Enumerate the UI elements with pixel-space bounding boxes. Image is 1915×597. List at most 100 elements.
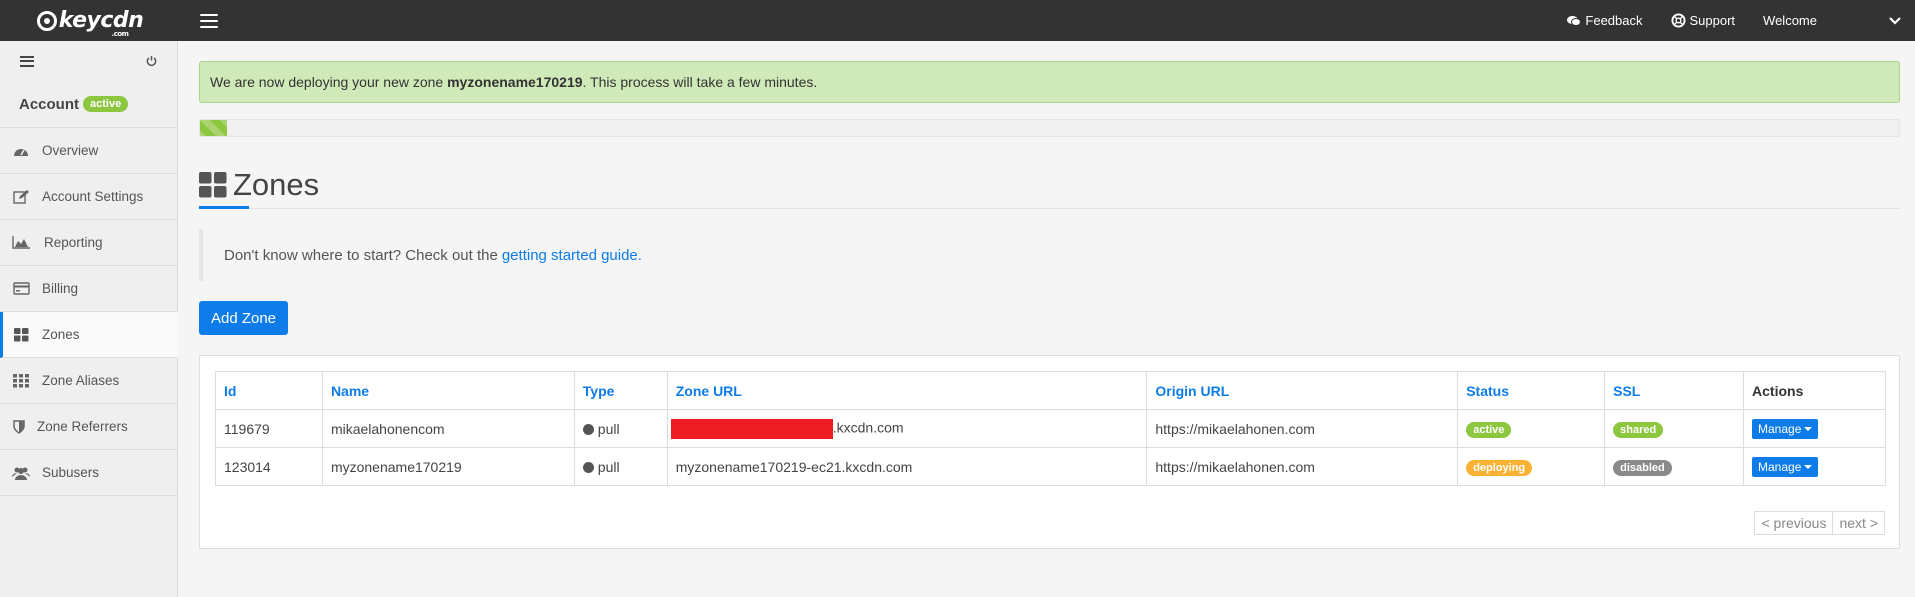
- menu-toggle-icon[interactable]: [200, 13, 218, 28]
- column-header-type[interactable]: Type: [573, 371, 668, 410]
- power-icon[interactable]: [146, 55, 157, 67]
- sidebar-item-billing[interactable]: Billing: [0, 266, 177, 312]
- area-chart-icon: [12, 236, 30, 250]
- zone-actions: Manage: [1743, 409, 1886, 448]
- account-status-badge: active: [83, 96, 129, 112]
- page-header: Zones: [199, 161, 1900, 209]
- comments-icon: [1567, 15, 1582, 26]
- sidebar-item-subusers[interactable]: Subusers: [0, 450, 177, 496]
- origin-url: https://mikaelahonen.com: [1146, 447, 1459, 486]
- grid-icon: [12, 327, 30, 342]
- sidebar-item-label: Account Settings: [42, 189, 144, 204]
- table-header-row: Id Name Type Zone URL Origin URL Status …: [215, 371, 1886, 410]
- support-link[interactable]: Support: [1670, 13, 1736, 28]
- logo-mark-icon: [36, 10, 57, 31]
- keycdn-logo[interactable]: keycdn .com: [0, 0, 180, 41]
- deploy-progress-bar: [199, 119, 1900, 137]
- pagination: < previous next >: [1754, 511, 1885, 535]
- zones-panel: Id Name Type Zone URL Origin URL Status …: [199, 355, 1900, 549]
- account-status: Account active: [0, 81, 177, 128]
- zone-name: myzonename170219: [321, 447, 575, 486]
- sidebar-item-zones[interactable]: Zones: [0, 312, 178, 358]
- sidebar-item-label: Zone Aliases: [42, 373, 120, 388]
- zone-ssl: shared: [1604, 409, 1745, 448]
- manage-label: Manage: [1758, 421, 1802, 436]
- chevron-down-icon[interactable]: [1889, 16, 1901, 25]
- sidebar-item-label: Zone Referrers: [37, 419, 128, 434]
- alert-text-prefix: We are now deploying your new zone: [210, 74, 448, 90]
- sidebar: Account active Overview Account Settings…: [0, 41, 178, 597]
- getting-started-link[interactable]: getting started guide.: [502, 247, 642, 264]
- sidebar-item-reporting[interactable]: Reporting: [0, 220, 177, 266]
- zone-url: .kxcdn.com: [666, 409, 1148, 448]
- welcome-menu[interactable]: Welcome: [1763, 13, 1817, 28]
- previous-page-button[interactable]: < previous: [1754, 511, 1834, 535]
- caret-down-icon: [1804, 464, 1813, 469]
- caret-down-icon: [1804, 426, 1813, 431]
- page-title: Zones: [233, 166, 320, 202]
- manage-label: Manage: [1758, 459, 1802, 474]
- main-content: We are now deploying your new zone myzon…: [199, 41, 1900, 549]
- sidebar-item-label: Reporting: [44, 235, 103, 250]
- circle-icon: [582, 461, 594, 473]
- alert-text-suffix: . This process will take a few minutes.: [582, 74, 818, 90]
- table-row: 119679 mikaelahonencom pull .kxcdn.com h…: [215, 409, 1886, 448]
- column-header-status[interactable]: Status: [1457, 371, 1606, 410]
- life-ring-icon: [1670, 13, 1686, 28]
- zone-id: 119679: [215, 409, 323, 448]
- zone-url: myzonename170219-ec21.kxcdn.com: [666, 447, 1148, 486]
- zone-ssl: disabled: [1604, 447, 1745, 486]
- manage-dropdown-button[interactable]: Manage: [1752, 418, 1819, 439]
- manage-dropdown-button[interactable]: Manage: [1752, 456, 1819, 477]
- logo-subtext: .com: [111, 29, 129, 38]
- top-nav: Feedback Support Welcome: [1567, 0, 1915, 41]
- grid-icon: [199, 171, 227, 197]
- sidebar-item-label: Billing: [42, 281, 79, 296]
- zone-url-suffix: .kxcdn.com: [832, 419, 904, 436]
- ssl-badge: shared: [1613, 421, 1664, 438]
- zone-status: active: [1457, 409, 1606, 448]
- column-header-actions: Actions: [1743, 371, 1886, 410]
- column-header-name[interactable]: Name: [321, 371, 575, 410]
- account-label: Account: [19, 95, 79, 113]
- zone-actions: Manage: [1743, 447, 1886, 486]
- edit-icon: [12, 189, 30, 204]
- status-badge: deploying: [1466, 459, 1533, 476]
- column-header-origin-url[interactable]: Origin URL: [1146, 371, 1459, 410]
- sidebar-item-overview[interactable]: Overview: [0, 128, 177, 174]
- support-label: Support: [1689, 13, 1736, 28]
- next-page-button[interactable]: next >: [1833, 511, 1885, 535]
- sidebar-item-label: Overview: [42, 143, 99, 158]
- zone-id: 123014: [215, 447, 323, 486]
- deploy-progress-fill: [200, 120, 228, 136]
- sidebar-item-zone-aliases[interactable]: Zone Aliases: [0, 358, 177, 404]
- zone-status: deploying: [1457, 447, 1606, 486]
- sidebar-header: [0, 41, 177, 81]
- feedback-label: Feedback: [1585, 13, 1643, 28]
- zones-table: Id Name Type Zone URL Origin URL Status …: [215, 371, 1886, 486]
- users-icon: [12, 466, 30, 480]
- zone-name: mikaelahonencom: [321, 409, 575, 448]
- credit-card-icon: [12, 282, 30, 296]
- sidebar-item-zone-referrers[interactable]: Zone Referrers: [0, 404, 177, 450]
- zone-type: pull: [573, 409, 668, 448]
- circle-icon: [582, 423, 594, 435]
- zone-type: pull: [573, 447, 668, 486]
- column-header-zone-url[interactable]: Zone URL: [666, 371, 1148, 410]
- column-header-ssl[interactable]: SSL: [1604, 371, 1745, 410]
- feedback-link[interactable]: Feedback: [1567, 13, 1643, 28]
- sidebar-item-account-settings[interactable]: Account Settings: [0, 174, 177, 220]
- column-header-id[interactable]: Id: [215, 371, 323, 410]
- sidebar-item-label: Subusers: [42, 465, 100, 480]
- sidebar-item-label: Zones: [42, 327, 80, 342]
- ssl-badge: disabled: [1613, 459, 1672, 476]
- sidebar-collapse-icon[interactable]: [20, 55, 34, 67]
- alert-zone-name: myzonename170219: [447, 74, 583, 90]
- th-icon: [12, 373, 30, 388]
- hint-text: Don't know where to start? Check out the: [224, 246, 498, 264]
- top-bar: keycdn .com Feedback Support Welcome: [0, 0, 1915, 41]
- table-row: 123014 myzonename170219 pull myzonename1…: [215, 447, 1886, 486]
- redacted-block: [670, 418, 833, 439]
- zone-type-label: pull: [597, 458, 620, 475]
- add-zone-button[interactable]: Add Zone: [199, 301, 288, 335]
